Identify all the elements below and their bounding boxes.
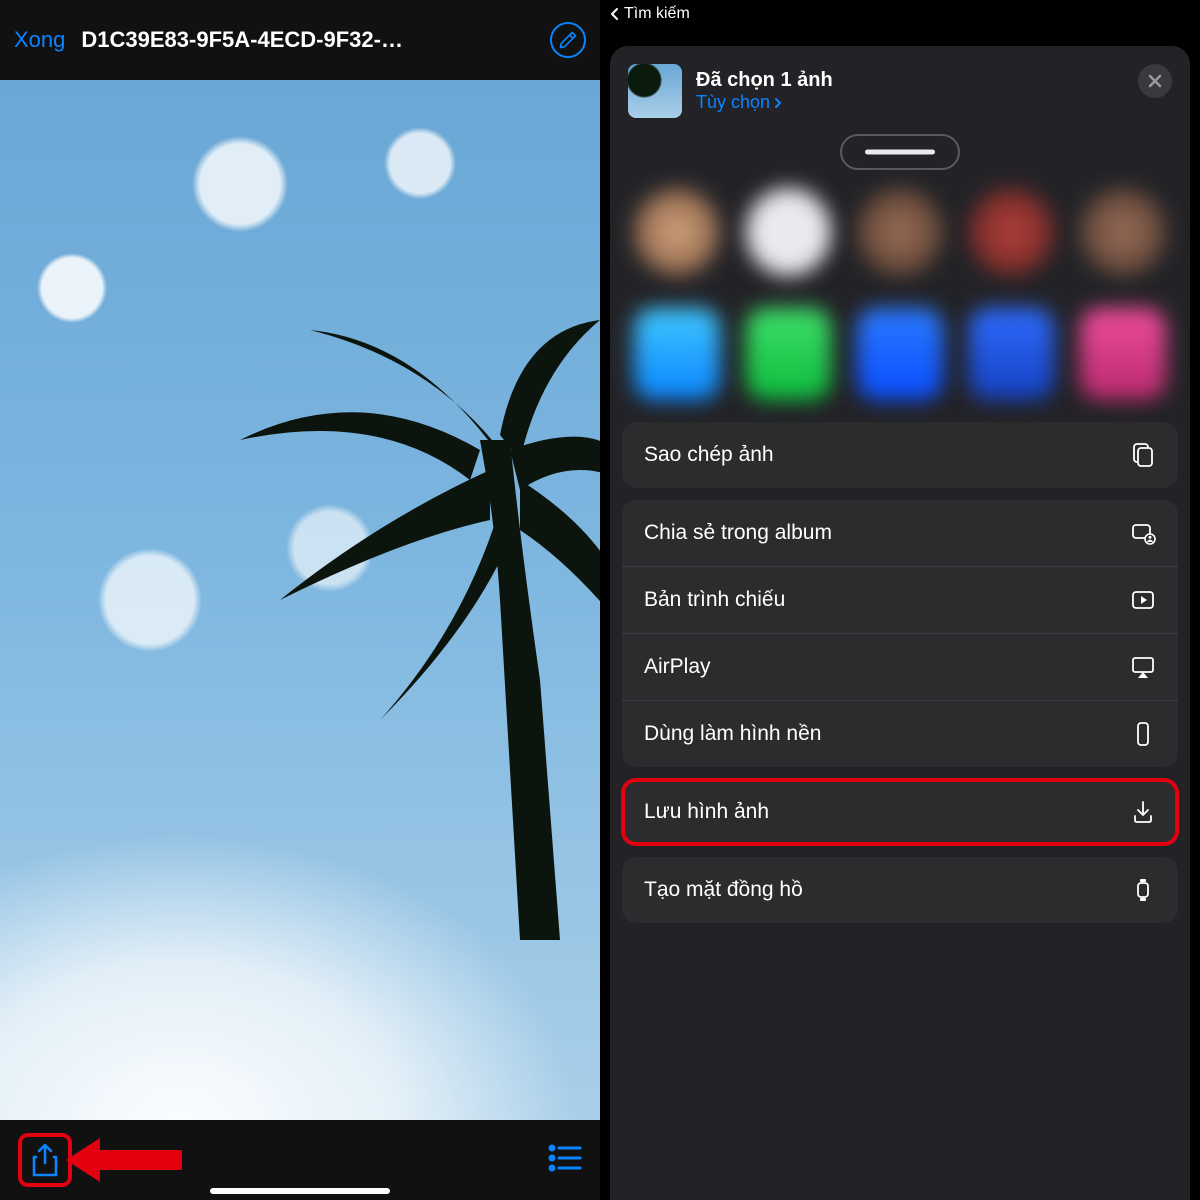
chevron-right-icon	[772, 97, 784, 109]
play-rect-icon	[1130, 587, 1156, 613]
action-label: Chia sẻ trong album	[644, 521, 832, 545]
options-label: Tùy chọn	[696, 92, 770, 113]
action-watch-face[interactable]: Tạo mặt đồng hồ	[622, 857, 1178, 923]
app-icon[interactable]	[969, 308, 1055, 400]
viewer-topbar: Xong D1C39E83-9F5A-4ECD-9F32-…	[0, 0, 600, 80]
action-label: Sao chép ảnh	[644, 443, 774, 467]
action-label: Bản trình chiếu	[644, 588, 785, 612]
close-icon	[1147, 73, 1163, 89]
action-group-highlighted: Lưu hình ảnh	[622, 779, 1178, 845]
photo-content[interactable]	[0, 80, 600, 1120]
action-label: Tạo mặt đồng hồ	[644, 878, 803, 902]
back-to-search[interactable]: Tìm kiếm	[600, 0, 1200, 28]
share-sheet-pane: Tìm kiếm Đã chọn 1 ảnh Tùy chọn	[600, 0, 1200, 1200]
action-list: Sao chép ảnh Chia sẻ trong album Bản trì…	[610, 422, 1190, 1200]
contact-avatar[interactable]	[857, 188, 943, 276]
viewer-bottombar	[0, 1120, 600, 1200]
action-group: Sao chép ảnh	[622, 422, 1178, 488]
action-group: Chia sẻ trong album Bản trình chiếu AirP…	[622, 500, 1178, 767]
shared-album-icon	[1130, 520, 1156, 546]
airdrop-contacts[interactable]	[610, 188, 1190, 276]
action-wallpaper[interactable]: Dùng làm hình nền	[622, 700, 1178, 767]
contact-avatar[interactable]	[746, 188, 832, 276]
file-title: D1C39E83-9F5A-4ECD-9F32-…	[81, 27, 534, 53]
chevron-left-icon	[608, 7, 622, 21]
sheet-header: Đã chọn 1 ảnh Tùy chọn	[610, 46, 1190, 128]
sky-background	[0, 80, 600, 1120]
close-button[interactable]	[1138, 64, 1172, 98]
action-group: Tạo mặt đồng hồ	[622, 857, 1178, 923]
copy-icon	[1130, 442, 1156, 468]
app-icon[interactable]	[746, 308, 832, 400]
action-copy-photo[interactable]: Sao chép ảnh	[622, 422, 1178, 488]
home-indicator[interactable]	[210, 1188, 390, 1194]
list-icon	[548, 1144, 582, 1172]
app-icon[interactable]	[1080, 308, 1166, 400]
markup-button[interactable]	[550, 22, 586, 58]
contact-avatar[interactable]	[969, 188, 1055, 276]
share-icon	[30, 1143, 60, 1177]
contact-avatar[interactable]	[634, 188, 720, 276]
share-button[interactable]	[18, 1133, 72, 1187]
done-button[interactable]: Xong	[14, 27, 65, 53]
download-icon	[1130, 799, 1156, 825]
selection-thumbnail	[628, 64, 682, 118]
share-sheet: Đã chọn 1 ảnh Tùy chọn	[610, 46, 1190, 1200]
back-label: Tìm kiếm	[624, 5, 690, 23]
iphone-icon	[1130, 721, 1156, 747]
selection-title: Đã chọn 1 ảnh	[696, 69, 833, 92]
action-label: Lưu hình ảnh	[644, 800, 769, 824]
share-apps[interactable]	[610, 308, 1190, 400]
options-link[interactable]: Tùy chọn	[696, 92, 833, 113]
action-slideshow[interactable]: Bản trình chiếu	[622, 566, 1178, 633]
photo-viewer-pane: Xong D1C39E83-9F5A-4ECD-9F32-…	[0, 0, 600, 1200]
action-airplay[interactable]: AirPlay	[622, 633, 1178, 700]
airplay-icon	[1130, 654, 1156, 680]
drag-handle[interactable]	[840, 134, 960, 170]
action-label: AirPlay	[644, 655, 711, 679]
action-share-album[interactable]: Chia sẻ trong album	[622, 500, 1178, 566]
watch-icon	[1130, 877, 1156, 903]
action-label: Dùng làm hình nền	[644, 722, 821, 746]
action-save-image[interactable]: Lưu hình ảnh	[622, 779, 1178, 845]
app-icon[interactable]	[857, 308, 943, 400]
app-icon[interactable]	[634, 308, 720, 400]
markup-icon	[558, 30, 578, 50]
list-button[interactable]	[548, 1144, 582, 1177]
contact-avatar[interactable]	[1080, 188, 1166, 276]
